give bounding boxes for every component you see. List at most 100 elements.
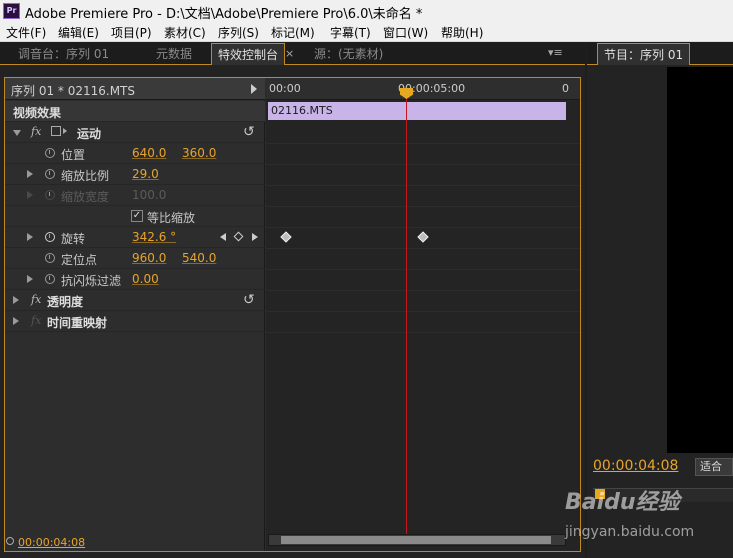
menu-help[interactable]: 帮助(H) — [441, 24, 483, 41]
window-title: Adobe Premiere Pro - D:\文档\Adobe\Premier… — [25, 7, 423, 22]
stopwatch-icon[interactable] — [45, 169, 55, 179]
rotation-keyframe[interactable] — [417, 231, 429, 243]
close-tab-icon[interactable]: × — [285, 47, 294, 60]
expand-arrow-icon[interactable] — [27, 170, 33, 178]
anti-flicker-row: 抗闪烁过滤 0.00 — [5, 269, 265, 290]
time-ruler[interactable]: 00:00 00:00:05:00 0 — [266, 78, 580, 100]
expand-arrow-icon[interactable] — [13, 296, 19, 304]
effect-timeline[interactable]: 00:00 00:00:05:00 0 02116.MTS — [266, 78, 580, 551]
timeline-gridline — [266, 227, 580, 228]
program-video-display — [667, 67, 733, 453]
video-effects-title: 视频效果 — [13, 106, 62, 120]
menu-clip[interactable]: 素材(C) — [164, 24, 206, 41]
effect-controls-body: 序列 01 * 02116.MTS 视频效果 fx 运动 ↺ 位置 640.0 — [4, 77, 581, 552]
menu-sequence[interactable]: 序列(S) — [218, 24, 259, 41]
uniform-scale-checkbox[interactable]: ✓ — [131, 210, 143, 222]
stopwatch-icon[interactable] — [45, 274, 55, 284]
motion-label: 运动 — [77, 127, 102, 141]
rotation-label: 旋转 — [61, 232, 86, 246]
anchor-point-label: 定位点 — [61, 253, 98, 267]
tab-audio-mixer[interactable]: 调音台：序列 01 — [12, 43, 115, 65]
clip-bar[interactable]: 02116.MTS — [268, 102, 566, 120]
rotation-value[interactable]: 342.6 ° — [132, 230, 176, 244]
menu-title[interactable]: 字幕(T) — [330, 24, 371, 41]
effect-controls-panel: 调音台：序列 01 元数据 特效控制台 × 源：(无素材) ▾≡ 序列 01 *… — [0, 43, 585, 558]
panel-menu-icon[interactable]: ▾≡ — [548, 46, 563, 59]
panel-tab-strip: 调音台：序列 01 元数据 特效控制台 × 源：(无素材) ▾≡ — [0, 43, 585, 65]
expand-arrow-icon[interactable] — [13, 317, 19, 325]
prev-keyframe-icon[interactable] — [220, 233, 226, 241]
tab-metadata[interactable]: 元数据 — [150, 43, 198, 65]
current-time-readout[interactable]: 00:00:04:08 — [18, 536, 85, 549]
time-indicator-icon — [6, 537, 14, 545]
anchor-x-value[interactable]: 960.0 — [132, 251, 166, 265]
timeline-gridline — [266, 269, 580, 270]
uniform-scale-label: 等比缩放 — [147, 211, 196, 225]
rotation-keyframe[interactable] — [280, 231, 292, 243]
timeline-gridline — [266, 185, 580, 186]
stopwatch-icon[interactable] — [45, 253, 55, 263]
stopwatch-icon — [45, 190, 55, 200]
expand-arrow-icon[interactable] — [27, 233, 33, 241]
tab-source[interactable]: 源：(无素材) — [308, 43, 389, 65]
scale-row: 缩放比例 29.0 — [5, 164, 265, 185]
status-bar: 00:00:04:08 — [4, 533, 581, 553]
sequence-clip-header: 序列 01 * 02116.MTS — [5, 78, 265, 100]
uniform-scale-row: ✓ 等比缩放 — [5, 206, 265, 227]
watermark-brand: Baidu经验 — [565, 490, 680, 515]
fit-zoom-dropdown[interactable]: 适合 — [695, 458, 733, 476]
reset-icon[interactable]: ↺ — [243, 124, 255, 140]
menu-edit[interactable]: 编辑(E) — [58, 24, 99, 41]
collapse-arrow-icon[interactable] — [13, 130, 21, 136]
menu-marker[interactable]: 标记(M) — [271, 24, 315, 41]
opacity-effect-row[interactable]: fx 透明度 ↺ — [5, 290, 265, 311]
program-tab-strip: 节目：序列 01 — [587, 43, 733, 65]
transform-icon[interactable] — [51, 126, 61, 136]
fx-toggle-icon[interactable]: fx — [31, 293, 41, 306]
timeline-gridline — [266, 290, 580, 291]
position-x-value[interactable]: 640.0 — [132, 146, 166, 160]
anti-flicker-label: 抗闪烁过滤 — [61, 274, 122, 288]
timeline-gridline — [266, 311, 580, 312]
anchor-point-row: 定位点 960.0 540.0 — [5, 248, 265, 269]
position-label: 位置 — [61, 148, 86, 162]
timeline-gridline — [266, 332, 580, 333]
stopwatch-icon[interactable] — [45, 148, 55, 158]
scale-width-row: 缩放宽度 100.0 — [5, 185, 265, 206]
timeline-gridline — [266, 143, 580, 144]
small-arrow-icon — [63, 128, 67, 134]
time-remap-row[interactable]: fx 时间重映射 — [5, 311, 265, 332]
ruler-end-time: 0 — [562, 82, 569, 95]
time-remap-label: 时间重映射 — [47, 316, 108, 330]
motion-effect-row[interactable]: fx 运动 ↺ — [5, 122, 265, 143]
baidu-watermark: Baidu经验 jingyan.baidu.com — [560, 478, 733, 548]
menu-file[interactable]: 文件(F) — [6, 24, 46, 41]
menu-bar: 文件(F) 编辑(E) 项目(P) 素材(C) 序列(S) 标记(M) 字幕(T… — [0, 22, 733, 42]
stopwatch-active-icon[interactable] — [45, 232, 55, 242]
anti-flicker-value[interactable]: 0.00 — [132, 272, 159, 286]
position-row: 位置 640.0 360.0 — [5, 143, 265, 164]
tab-effect-controls[interactable]: 特效控制台 — [211, 43, 286, 65]
title-bar: Pr Adobe Premiere Pro - D:\文档\Adobe\Prem… — [0, 0, 733, 22]
menu-window[interactable]: 窗口(W) — [383, 24, 428, 41]
menu-project[interactable]: 项目(P) — [111, 24, 152, 41]
tab-program[interactable]: 节目：序列 01 — [597, 43, 691, 65]
fx-toggle-icon: fx — [31, 314, 42, 327]
sequence-clip-label: 序列 01 * 02116.MTS — [11, 84, 136, 98]
expand-arrow-icon[interactable] — [27, 275, 33, 283]
add-keyframe-icon[interactable] — [233, 231, 244, 242]
fx-toggle-icon[interactable]: fx — [31, 125, 41, 138]
rotation-row: 旋转 342.6 ° — [5, 227, 265, 248]
property-column: 序列 01 * 02116.MTS 视频效果 fx 运动 ↺ 位置 640.0 — [5, 78, 265, 551]
scale-label: 缩放比例 — [61, 169, 110, 183]
position-y-value[interactable]: 360.0 — [182, 146, 216, 160]
premiere-logo-icon: Pr — [3, 3, 20, 19]
reset-icon[interactable]: ↺ — [243, 292, 255, 308]
playhead-line[interactable] — [406, 88, 407, 541]
program-timecode[interactable]: 00:00:04:08 — [593, 458, 678, 474]
scale-value[interactable]: 29.0 — [132, 167, 159, 181]
scale-width-label: 缩放宽度 — [61, 190, 110, 204]
show-timeline-arrow-icon[interactable] — [251, 84, 257, 94]
anchor-y-value[interactable]: 540.0 — [182, 251, 216, 265]
next-keyframe-icon[interactable] — [252, 233, 258, 241]
